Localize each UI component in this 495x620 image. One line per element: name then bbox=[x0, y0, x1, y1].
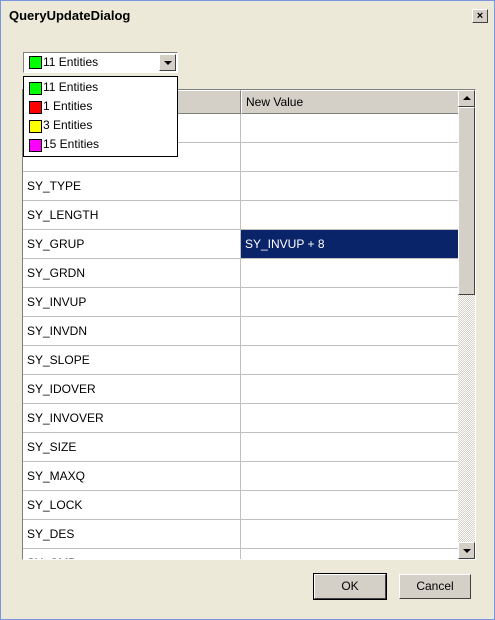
table-row[interactable]: SY_DES bbox=[23, 520, 459, 549]
color-swatch bbox=[29, 120, 42, 133]
dropdown-item-label: 1 Entities bbox=[43, 99, 93, 113]
property-name-cell[interactable]: SY_LENGTH bbox=[23, 201, 241, 230]
entity-combobox[interactable]: 11 Entities bbox=[23, 52, 178, 73]
new-value-cell[interactable] bbox=[241, 520, 459, 549]
property-name-cell[interactable]: SY_CMD bbox=[23, 549, 241, 559]
table-row[interactable]: SY_LOCK bbox=[23, 491, 459, 520]
new-value-cell[interactable] bbox=[241, 346, 459, 375]
property-name-cell[interactable]: SY_TYPE bbox=[23, 172, 241, 201]
property-name-cell[interactable]: SY_INVDN bbox=[23, 317, 241, 346]
color-swatch bbox=[29, 82, 42, 95]
property-name-cell[interactable]: SY_GRDN bbox=[23, 259, 241, 288]
table-row[interactable]: SY_MAXQ bbox=[23, 462, 459, 491]
property-name-cell[interactable]: SY_INVOVER bbox=[23, 404, 241, 433]
table-row[interactable]: SY_GRUP SY_INVUP + 8 bbox=[23, 230, 459, 259]
ok-button[interactable]: OK bbox=[313, 573, 387, 600]
arrow-up-icon bbox=[463, 96, 471, 100]
dropdown-item[interactable]: 11 Entities bbox=[25, 78, 176, 97]
close-button[interactable]: × bbox=[472, 9, 488, 23]
new-value-cell[interactable] bbox=[241, 288, 459, 317]
table-row[interactable]: SY_TYPE bbox=[23, 172, 459, 201]
table-row[interactable]: SY_INVDN bbox=[23, 317, 459, 346]
table-row[interactable]: SY_CMD bbox=[23, 549, 459, 559]
new-value-cell[interactable] bbox=[241, 491, 459, 520]
table-row[interactable]: SY_LENGTH bbox=[23, 201, 459, 230]
property-name-cell[interactable]: SY_DES bbox=[23, 520, 241, 549]
property-name-cell[interactable]: SY_LOCK bbox=[23, 491, 241, 520]
combo-selected-label: 11 Entities bbox=[43, 55, 99, 69]
scroll-up-button[interactable] bbox=[458, 90, 475, 107]
new-value-cell[interactable] bbox=[241, 114, 459, 143]
new-value-cell[interactable] bbox=[241, 317, 459, 346]
table-row[interactable]: SY_INVUP bbox=[23, 288, 459, 317]
dialog-window: QueryUpdateDialog × 11 Entities New Valu… bbox=[0, 0, 495, 620]
property-name-cell[interactable]: SY_MAXQ bbox=[23, 462, 241, 491]
property-name-cell[interactable]: SY_INVUP bbox=[23, 288, 241, 317]
scroll-down-button[interactable] bbox=[458, 542, 475, 559]
property-name-cell[interactable]: SY_SLOPE bbox=[23, 346, 241, 375]
new-value-cell[interactable] bbox=[241, 143, 459, 172]
dialog-title: QueryUpdateDialog bbox=[9, 8, 131, 23]
entity-dropdown-list: 11 Entities 1 Entities 3 Entities 15 Ent… bbox=[23, 76, 178, 157]
chevron-down-icon bbox=[164, 61, 172, 65]
property-name-cell[interactable]: SY_SIZE bbox=[23, 433, 241, 462]
property-grid[interactable]: New Value SY_TYPE SY_LENGTH SY_GRUP SY_INVU… bbox=[22, 89, 476, 560]
dropdown-item[interactable]: 3 Entities bbox=[25, 116, 176, 135]
color-swatch bbox=[29, 101, 42, 114]
table-row[interactable]: SY_GRDN bbox=[23, 259, 459, 288]
cancel-button[interactable]: Cancel bbox=[399, 574, 471, 599]
property-name-cell[interactable]: SY_GRUP bbox=[23, 230, 241, 259]
title-bar: QueryUpdateDialog × bbox=[1, 1, 494, 31]
combo-dropdown-button[interactable] bbox=[159, 54, 176, 71]
table-row[interactable]: SY_INVOVER bbox=[23, 404, 459, 433]
new-value-cell[interactable] bbox=[241, 549, 459, 559]
dropdown-item[interactable]: 15 Entities bbox=[25, 135, 176, 154]
dropdown-item[interactable]: 1 Entities bbox=[25, 97, 176, 116]
new-value-cell[interactable] bbox=[241, 375, 459, 404]
new-value-cell[interactable]: SY_INVUP + 8 bbox=[241, 230, 459, 259]
property-name-cell[interactable]: SY_IDOVER bbox=[23, 375, 241, 404]
new-value-cell[interactable] bbox=[241, 172, 459, 201]
scroll-thumb[interactable] bbox=[458, 107, 475, 295]
table-row[interactable]: SY_IDOVER bbox=[23, 375, 459, 404]
new-value-cell[interactable] bbox=[241, 259, 459, 288]
dropdown-item-label: 11 Entities bbox=[43, 80, 99, 94]
new-value-cell[interactable] bbox=[241, 462, 459, 491]
table-row[interactable]: SY_SIZE bbox=[23, 433, 459, 462]
new-value-cell[interactable] bbox=[241, 201, 459, 230]
entity-color-swatch bbox=[29, 56, 42, 69]
vertical-scrollbar[interactable] bbox=[458, 90, 475, 559]
arrow-down-icon bbox=[463, 549, 471, 553]
dropdown-item-label: 3 Entities bbox=[43, 118, 93, 132]
dropdown-item-label: 15 Entities bbox=[43, 137, 100, 151]
table-row[interactable]: SY_SLOPE bbox=[23, 346, 459, 375]
new-value-cell[interactable] bbox=[241, 404, 459, 433]
color-swatch bbox=[29, 139, 42, 152]
new-value-cell[interactable] bbox=[241, 433, 459, 462]
column-header-new-value[interactable]: New Value bbox=[241, 90, 459, 114]
